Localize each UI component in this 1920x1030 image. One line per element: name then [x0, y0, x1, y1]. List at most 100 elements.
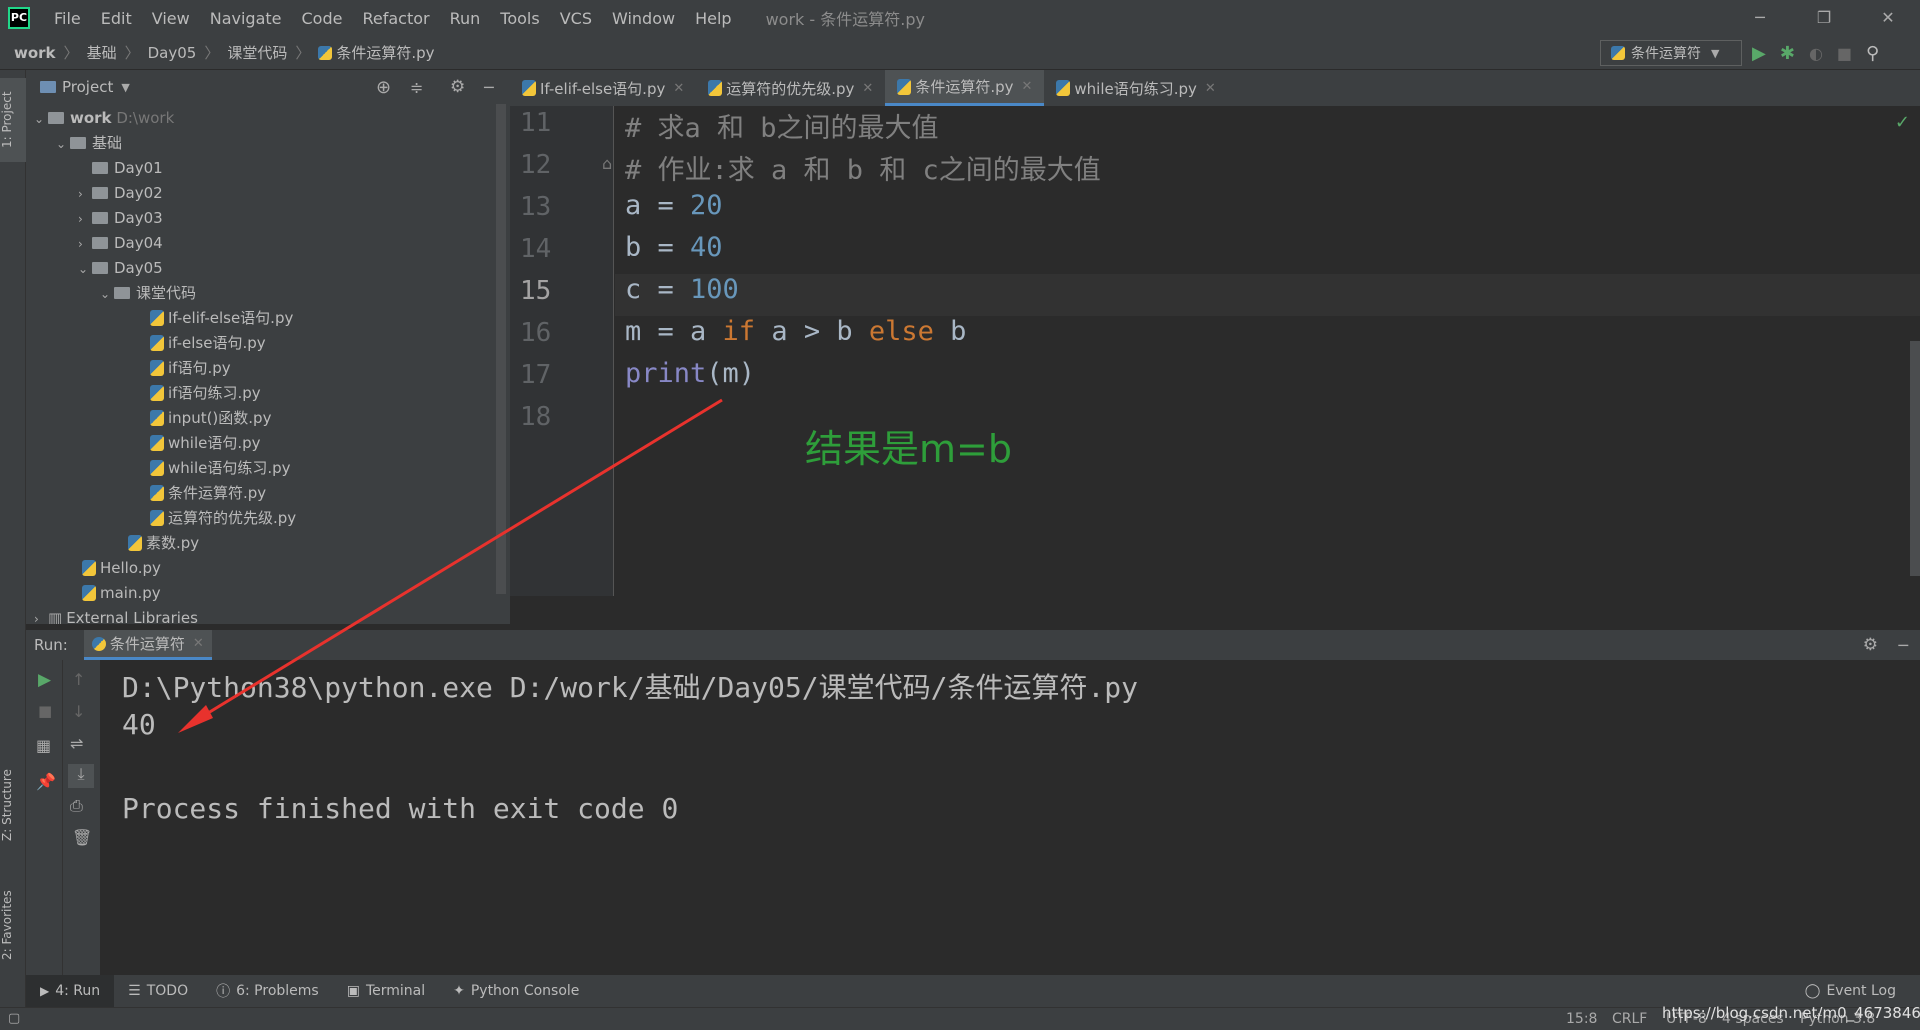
tab-while-practice[interactable]: while语句练习.py ✕: [1044, 70, 1227, 106]
pin-icon[interactable]: 📌: [36, 772, 56, 791]
close-icon[interactable]: ✕: [1856, 0, 1920, 36]
stop-icon[interactable]: ■: [38, 702, 52, 720]
tab-run[interactable]: ▶ 4: Run: [26, 975, 115, 1007]
tab-conditional-operator[interactable]: 条件运算符.py ✕: [885, 70, 1045, 106]
tree-folder-day03[interactable]: › Day03: [78, 206, 163, 231]
panel-toggle-icon[interactable]: ▢: [8, 1011, 20, 1026]
tree-file[interactable]: Hello.py: [82, 556, 161, 581]
run-console[interactable]: D:\Python38\python.exe D:/work/基础/Day05/…: [100, 660, 1920, 975]
close-icon[interactable]: ✕: [193, 636, 204, 651]
breadcrumb-item[interactable]: work: [14, 44, 56, 62]
tree-file[interactable]: 条件运算符.py: [150, 481, 266, 506]
arrow-up-icon[interactable]: ↑: [72, 670, 85, 689]
menu-refactor[interactable]: Refactor: [352, 9, 439, 28]
project-tool-tab[interactable]: 1: Project: [0, 78, 26, 162]
tree-folder-day01[interactable]: Day01: [78, 156, 163, 181]
caret-position[interactable]: 15:8: [1566, 1011, 1597, 1027]
menu-file[interactable]: File: [44, 9, 91, 28]
arrow-down-icon[interactable]: ↓: [72, 702, 85, 721]
collapse-all-icon[interactable]: ≑: [410, 78, 423, 97]
scrollbar[interactable]: [1910, 341, 1920, 576]
project-icon: [40, 81, 56, 93]
locate-icon[interactable]: ⊕: [376, 77, 391, 98]
python-file-icon: [150, 510, 164, 526]
tree-folder-day02[interactable]: › Day02: [78, 181, 163, 206]
scroll-to-end-icon[interactable]: ⤓: [68, 764, 94, 788]
gear-icon[interactable]: ⚙: [450, 77, 465, 97]
trash-icon[interactable]: 🗑: [72, 828, 92, 847]
run-icon: ▶: [40, 984, 50, 998]
chevron-down-icon: ⌄: [100, 287, 111, 301]
menu-vcs[interactable]: VCS: [550, 9, 602, 28]
line-separator[interactable]: CRLF: [1612, 1011, 1647, 1027]
tree-folder-classcode[interactable]: ⌄ 课堂代码: [100, 281, 196, 306]
gear-icon[interactable]: ⚙: [1863, 635, 1878, 655]
tree-folder-day05[interactable]: ⌄ Day05: [78, 256, 163, 281]
close-icon[interactable]: ✕: [1022, 79, 1033, 94]
menu-run[interactable]: Run: [440, 9, 491, 28]
debug-icon[interactable]: ✱: [1780, 43, 1795, 64]
stop-icon[interactable]: ■: [1837, 44, 1852, 63]
hide-icon[interactable]: ─: [484, 78, 494, 97]
print-icon[interactable]: ⎙: [70, 796, 83, 816]
event-log[interactable]: ◯ Event Log: [1791, 975, 1910, 1007]
code-token: print: [625, 358, 707, 389]
menu-tools[interactable]: Tools: [490, 9, 549, 28]
tab-if-elif-else[interactable]: If-elif-else语句.py ✕: [510, 70, 696, 106]
breadcrumb-item[interactable]: 条件运算符.py: [336, 42, 434, 63]
tree-file[interactable]: 运算符的优先级.py: [150, 506, 296, 531]
tab-terminal[interactable]: ▣ Terminal: [333, 975, 439, 1007]
restore-icon[interactable]: ❐: [1792, 0, 1856, 36]
tree-file[interactable]: while语句练习.py: [150, 456, 291, 481]
tree-file[interactable]: if语句练习.py: [150, 381, 261, 406]
menu-view[interactable]: View: [142, 9, 200, 28]
tab-operator-precedence[interactable]: 运算符的优先级.py ✕: [696, 70, 885, 106]
tab-todo[interactable]: ☰ TODO: [114, 975, 202, 1007]
menu-navigate[interactable]: Navigate: [200, 9, 292, 28]
tree-folder-basics[interactable]: ⌄ 基础: [56, 131, 122, 156]
minimize-icon[interactable]: ─: [1728, 0, 1792, 36]
soft-wrap-icon[interactable]: ⇌: [70, 734, 83, 753]
rerun-icon[interactable]: ▶: [38, 670, 51, 690]
code-editor[interactable]: # 求a 和 b之间的最大值 # 作业:求 a 和 b 和 c之间的最大值 a …: [615, 106, 1920, 596]
run-icon[interactable]: ▶: [1752, 43, 1766, 64]
coverage-icon[interactable]: ◐: [1809, 44, 1823, 63]
menu-edit[interactable]: Edit: [91, 9, 142, 28]
tree-file[interactable]: 素数.py: [128, 531, 199, 556]
search-icon[interactable]: ⚲: [1866, 43, 1879, 64]
run-tab[interactable]: 条件运算符 ✕: [83, 630, 212, 660]
breadcrumb-item[interactable]: Day05: [148, 44, 197, 62]
tab-problems[interactable]: ⓘ 6: Problems: [202, 975, 333, 1007]
tree-folder-day04[interactable]: › Day04: [78, 231, 163, 256]
scrollbar[interactable]: [496, 104, 506, 594]
tree-file[interactable]: If-elif-else语句.py: [150, 306, 293, 331]
breadcrumb-item[interactable]: 课堂代码: [227, 42, 287, 63]
tree-file[interactable]: input()函数.py: [150, 406, 271, 431]
left-tool-strip: 1: Project Z: Structure 2: Favorites: [0, 70, 26, 1010]
close-icon[interactable]: ✕: [673, 81, 684, 96]
close-icon[interactable]: ✕: [862, 81, 873, 96]
menu-code[interactable]: Code: [292, 9, 353, 28]
tree-external-libraries[interactable]: › ▥ External Libraries: [34, 606, 198, 624]
structure-tool-tab[interactable]: Z: Structure: [0, 750, 26, 860]
python-file-icon: [897, 78, 912, 95]
tree-file[interactable]: if-else语句.py: [150, 331, 266, 356]
chevron-down-icon[interactable]: ▼: [121, 81, 129, 94]
tab-python-console[interactable]: ✦ Python Console: [439, 975, 593, 1007]
tree-file[interactable]: while语句.py: [150, 431, 261, 456]
run-config-select[interactable]: 条件运算符 ▼: [1600, 40, 1742, 66]
menu-window[interactable]: Window: [602, 9, 685, 28]
close-icon[interactable]: ✕: [1205, 81, 1216, 96]
project-panel-title[interactable]: Project: [62, 78, 113, 96]
line-number-current: 15: [520, 276, 552, 306]
tree-root-work[interactable]: ⌄ work D:\work: [34, 106, 174, 131]
breadcrumb-item[interactable]: 基础: [87, 42, 117, 63]
hide-icon[interactable]: ─: [1898, 636, 1908, 655]
favorites-tool-tab[interactable]: 2: Favorites: [0, 870, 26, 980]
fold-icon[interactable]: ⌂: [602, 154, 612, 173]
tree-file[interactable]: main.py: [82, 581, 161, 606]
tree-file[interactable]: if语句.py: [150, 356, 231, 381]
layout-icon[interactable]: ▦: [36, 736, 51, 755]
code-token: 100: [690, 274, 739, 305]
menu-help[interactable]: Help: [685, 9, 741, 28]
